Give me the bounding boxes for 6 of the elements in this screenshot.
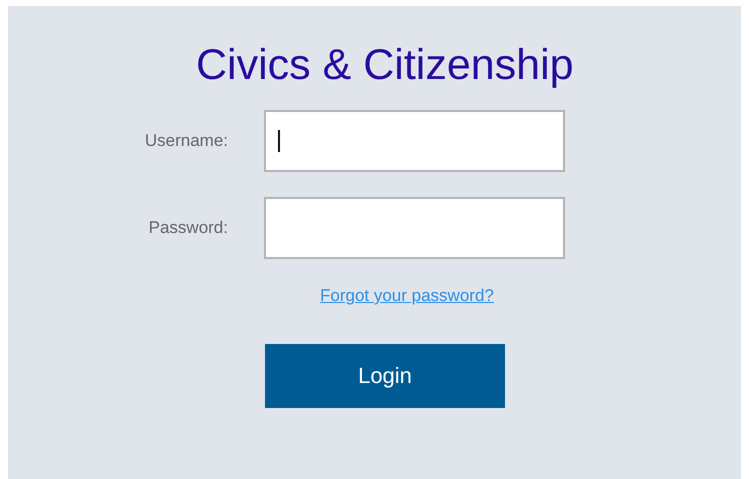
input-field[interactable] — [264, 110, 565, 172]
input-field[interactable] — [264, 197, 565, 259]
app-title: Civics & Citizenship — [196, 40, 574, 90]
field-label: Username: — [144, 131, 228, 151]
field-label: Password: — [148, 218, 228, 238]
login-button[interactable]: Login — [265, 344, 505, 408]
